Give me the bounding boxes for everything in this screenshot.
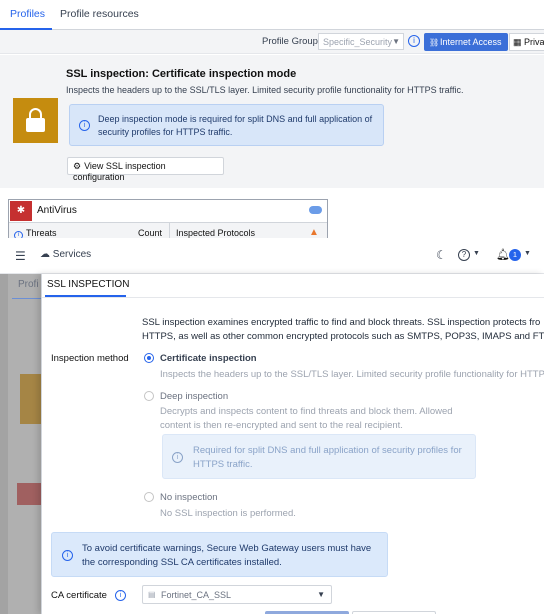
bug-icon: ✱ [10,201,32,221]
threats-header: Threats [26,228,57,238]
antivirus-title: AntiVirus [37,205,77,216]
certificate-warning-notice: i To avoid certificate warnings, Secure … [51,532,388,577]
services-breadcrumb[interactable]: ☁ Services [40,249,91,260]
intro-line-1: SSL inspection examines encrypted traffi… [142,317,541,328]
certificate-inspection-label[interactable]: Certificate inspection [160,353,257,364]
app-top-bar: ☰ ☁ Services ☾ ? ▼ 🔔︎ 1 ▼ [0,238,544,274]
internet-access-button[interactable]: ⛓Internet Access [424,33,508,51]
moon-icon[interactable]: ☾ [436,248,447,262]
info-icon[interactable]: i [408,35,420,47]
info-icon[interactable]: i [115,590,126,601]
network-icon: ⛓ [429,38,440,47]
view-ssl-config-label: View SSL inspection configuration [73,161,166,182]
warning-line-2: the corresponding SSL CA certificates in… [82,557,282,568]
certificate-icon: ▤ [148,590,156,599]
info-icon: i [79,120,90,131]
ca-certificate-value: Fortinet_CA_SSL [161,590,232,600]
ssl-inspection-panel: SSL INSPECTION SSL inspection examines e… [41,274,544,614]
warning-icon: ▲ [309,227,319,238]
background-tab-indicator [12,298,42,299]
ssl-inspection-summary: SSL inspection: Certificate inspection m… [0,55,544,188]
view-ssl-config-button[interactable]: ⚙ View SSL inspection configuration [67,157,224,182]
ssl-mode-subtitle: Inspects the headers up to the SSL/TLS l… [66,85,464,95]
count-header: Count [138,228,163,238]
private-access-button[interactable]: ▦ Priva [509,33,544,51]
ssl-intro-text: SSL inspection examines encrypted traffi… [142,316,544,344]
inspection-method-label: Inspection method [51,353,129,364]
deep-inspection-desc-2: content is then re-encrypted and sent to… [160,420,403,431]
profile-tabs: Profiles Profile resources [0,0,544,30]
services-label: Services [52,249,92,260]
notice-line-1: Deep inspection mode is required for spl… [98,114,373,124]
inspected-protocols-header: Inspected Protocols [176,228,256,238]
deep-inspection-notice: i Deep inspection mode is required for s… [69,104,384,146]
info-icon: i [172,452,183,463]
profile-toolbar: Profile Group: Specific_Security ▼ i ⛓In… [0,30,544,54]
no-inspection-label[interactable]: No inspection [160,492,218,503]
antivirus-toggle[interactable] [309,206,322,214]
chevron-down-icon: ▼ [392,37,400,46]
chevron-down-icon[interactable]: ▼ [524,250,531,257]
background-antivirus-icon [17,483,42,505]
tab-ssl-inspection[interactable]: SSL INSPECTION [47,279,129,290]
private-access-label: Priva [524,37,544,47]
background-tab-profiles: Profi [18,279,39,290]
lock-icon [13,98,58,143]
notification-badge: 1 [509,249,521,261]
ca-certificate-label: CA certificate [51,590,107,601]
chevron-down-icon: ▼ [317,590,325,599]
cloud-icon: ☁ [40,249,50,260]
chevron-down-icon[interactable]: ▼ [473,250,480,257]
deep-inspection-desc-1: Decrypts and inspects content to find th… [160,406,453,417]
notice-line-2: security profiles for HTTPS traffic. [98,127,233,137]
info-icon: i [62,550,73,561]
scrollbar[interactable] [0,274,8,614]
radio-certificate-inspection[interactable] [144,353,154,363]
profile-group-value: Specific_Security [323,37,393,47]
deep-inspection-label[interactable]: Deep inspection [160,391,228,402]
profile-group-label: Profile Group: [262,36,321,47]
radio-no-inspection[interactable] [144,492,154,502]
hamburger-menu-icon[interactable]: ☰ [15,249,26,263]
certificate-inspection-desc: Inspects the headers up to the SSL/TLS l… [160,369,544,380]
tab-profiles[interactable]: Profiles [10,8,45,20]
notice-line-2: HTTPS traffic. [193,459,253,470]
warning-line-1: To avoid certificate warnings, Secure We… [82,543,372,554]
profile-group-select[interactable]: Specific_Security ▼ [318,33,404,50]
ca-certificate-select[interactable]: ▤ Fortinet_CA_SSL ▼ [142,585,332,604]
gear-icon: ⚙ [73,161,82,171]
antivirus-card: ✱ AntiVirus i Threats Count Inspected Pro… [8,199,328,243]
grid-icon: ▦ [513,37,522,47]
help-icon[interactable]: ? [458,249,470,261]
bell-icon[interactable]: 🔔︎ [496,248,510,261]
tab-profile-resources[interactable]: Profile resources [60,8,139,20]
no-inspection-desc: No SSL inspection is performed. [160,508,296,519]
notice-line-1: Required for split DNS and full applicat… [193,445,462,456]
deep-inspection-notice: i Required for split DNS and full applic… [162,434,476,479]
radio-deep-inspection[interactable] [144,391,154,401]
background-lock-tile [20,374,42,424]
internet-access-label: Internet Access [440,37,502,47]
ssl-mode-title: SSL inspection: Certificate inspection m… [66,68,297,80]
intro-line-2: HTTPS, as well as other common encrypted… [142,331,544,342]
